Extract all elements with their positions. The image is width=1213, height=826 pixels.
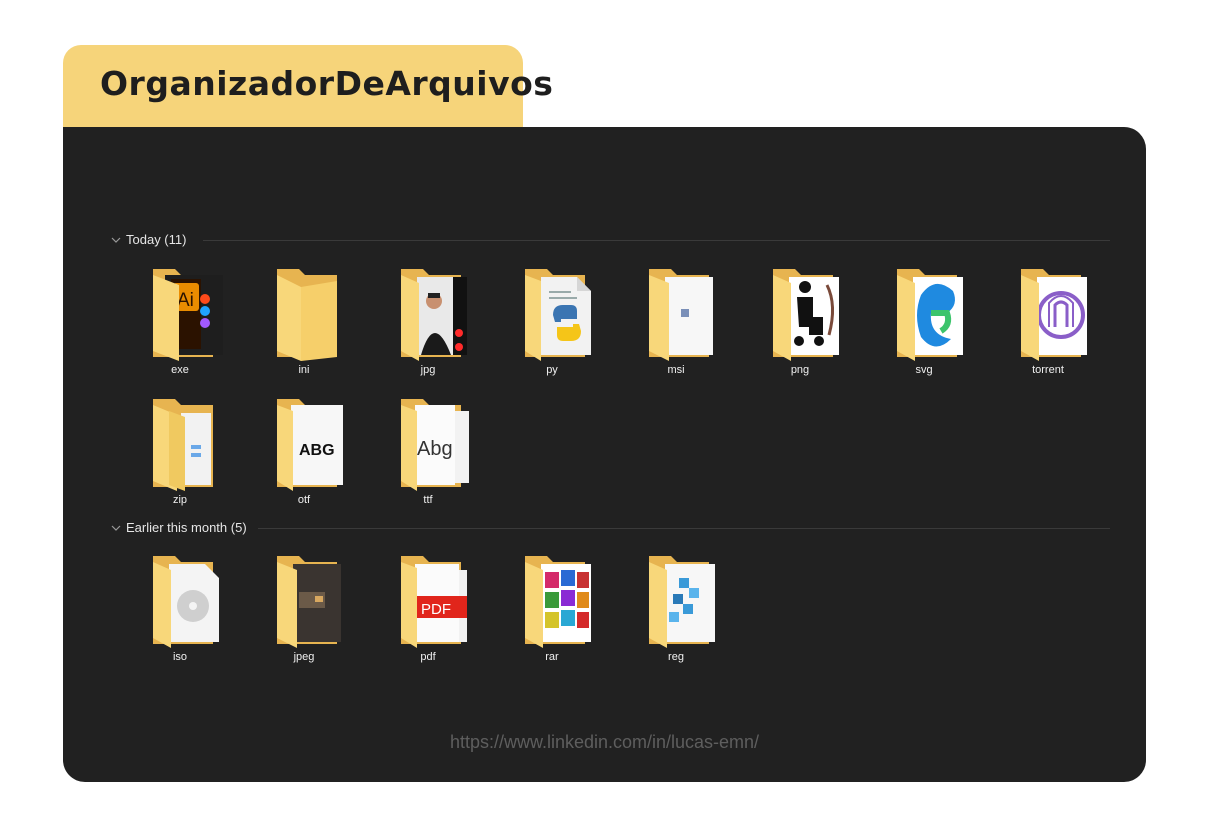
file-label: svg bbox=[915, 364, 933, 376]
file-label: jpeg bbox=[293, 651, 315, 663]
folder-python-icon bbox=[525, 269, 591, 361]
file-label: py bbox=[546, 364, 558, 376]
ttf-thumb-text: Abg bbox=[417, 438, 453, 460]
folder-installer-icon bbox=[649, 269, 713, 361]
linkedin-link[interactable]: https://www.linkedin.com/in/lucas-emn/ bbox=[63, 732, 1146, 753]
folder-edge-icon bbox=[897, 269, 963, 361]
file-label: msi bbox=[667, 364, 685, 376]
file-label: jpg bbox=[420, 364, 436, 376]
file-label: reg bbox=[668, 651, 684, 663]
folder-exe-icon: Ai bbox=[153, 269, 223, 361]
folder-archive-icon bbox=[525, 556, 591, 648]
folder-font-icon: ABG bbox=[277, 399, 343, 491]
file-label: png bbox=[790, 364, 810, 376]
group-label: Today (11) bbox=[126, 232, 187, 247]
file-label: exe bbox=[171, 364, 189, 376]
folder-png-icon bbox=[773, 269, 839, 361]
folder-registry-icon bbox=[649, 556, 715, 648]
file-item-ini[interactable]: ini bbox=[259, 265, 349, 385]
folder-pdf-icon: PDF bbox=[401, 556, 467, 648]
file-item-svg[interactable]: svg bbox=[879, 265, 969, 385]
file-item-iso[interactable]: iso bbox=[135, 552, 225, 672]
file-label: pdf bbox=[420, 651, 436, 663]
group-label: Earlier this month (5) bbox=[126, 520, 247, 535]
file-label: torrent bbox=[1032, 364, 1064, 376]
file-item-torrent[interactable]: torrent bbox=[1003, 265, 1093, 385]
file-item-pdf[interactable]: PDF pdf bbox=[383, 552, 473, 672]
file-label: iso bbox=[172, 651, 188, 663]
ai-thumb-text: Ai bbox=[177, 290, 194, 311]
folder-jpeg-icon bbox=[277, 556, 341, 648]
folder-zip-icon bbox=[153, 399, 213, 491]
file-label: ini bbox=[298, 364, 310, 376]
file-label: otf bbox=[297, 494, 311, 506]
file-item-otf[interactable]: ABG otf bbox=[259, 395, 349, 515]
file-label: zip bbox=[172, 494, 188, 506]
file-item-png[interactable]: png bbox=[755, 265, 845, 385]
file-item-ttf[interactable]: Abg ttf bbox=[383, 395, 473, 515]
font-thumb-text: ABG bbox=[299, 442, 335, 459]
file-item-py[interactable]: py bbox=[507, 265, 597, 385]
file-label: rar bbox=[545, 651, 559, 663]
group-divider bbox=[258, 528, 1110, 529]
group-divider bbox=[203, 240, 1110, 241]
folder-disc-icon bbox=[153, 556, 219, 648]
pdf-thumb-text: PDF bbox=[421, 601, 451, 618]
explorer-window: Today (11) Ai exe ini jpg py msi png svg… bbox=[63, 127, 1146, 782]
file-item-jpeg[interactable]: jpeg bbox=[259, 552, 349, 672]
file-item-rar[interactable]: rar bbox=[507, 552, 597, 672]
file-item-jpg[interactable]: jpg bbox=[383, 265, 473, 385]
group-header-today[interactable]: Today (11) bbox=[111, 232, 186, 247]
file-item-zip[interactable]: zip bbox=[135, 395, 225, 515]
app-title: OrganizadorDeArquivos bbox=[100, 64, 554, 103]
chevron-down-icon bbox=[111, 525, 121, 531]
file-label: ttf bbox=[423, 494, 433, 506]
folder-torrent-icon bbox=[1021, 269, 1087, 361]
file-item-msi[interactable]: msi bbox=[631, 265, 721, 385]
chevron-down-icon bbox=[111, 237, 121, 243]
folder-icon bbox=[277, 269, 337, 361]
file-item-reg[interactable]: reg bbox=[631, 552, 721, 672]
group-header-earlier[interactable]: Earlier this month (5) bbox=[111, 520, 247, 535]
folder-font-icon: Abg bbox=[401, 399, 469, 491]
file-item-exe[interactable]: Ai exe bbox=[135, 265, 225, 385]
folder-jpg-icon bbox=[401, 269, 467, 361]
